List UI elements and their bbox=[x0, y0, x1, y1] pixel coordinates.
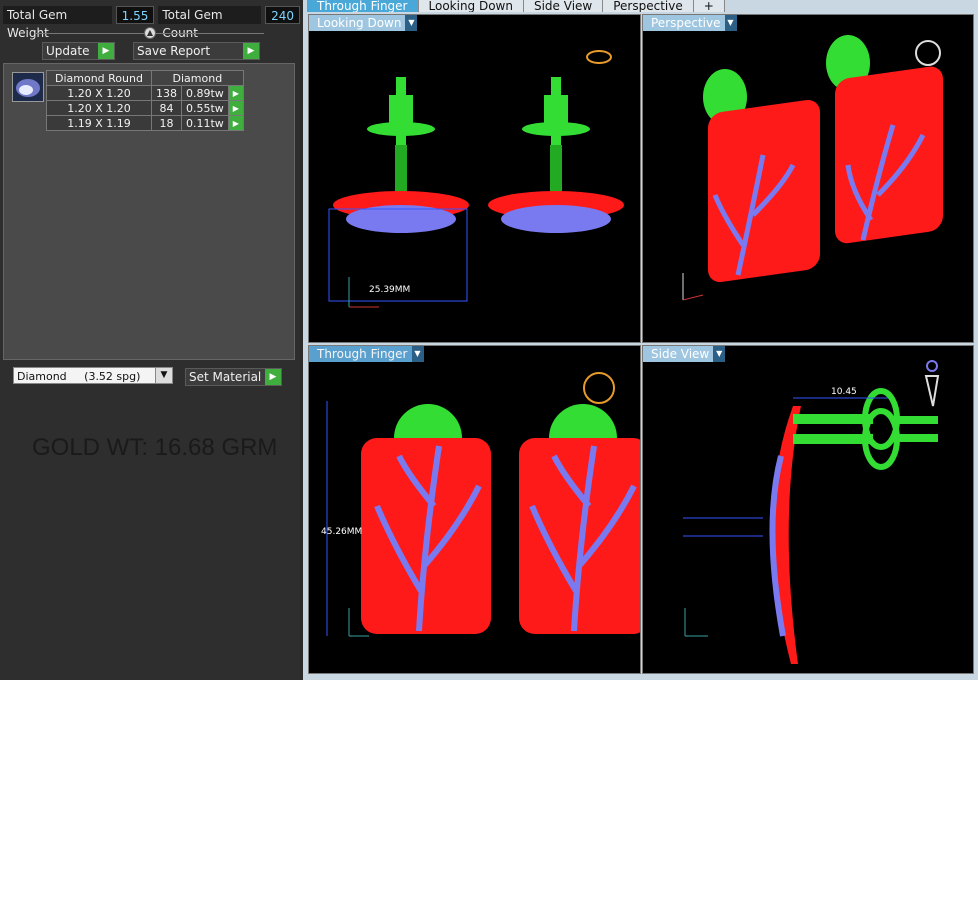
viewport-label-text: Perspective bbox=[651, 16, 721, 30]
update-button-label: Update bbox=[46, 44, 90, 58]
gold-weight-text: GOLD WT: 16.68 GRM bbox=[32, 434, 278, 461]
gem-weight: 0.89tw bbox=[180, 85, 229, 101]
viewport-through-finger[interactable]: 45.26MM Through Finger ▼ bbox=[308, 345, 641, 674]
gem-report-panel: Total Gem Weight 1.55 Total Gem Count 24… bbox=[0, 0, 300, 680]
gem-size: 1.19 X 1.19 bbox=[46, 115, 152, 131]
save-report-label: Save Report bbox=[137, 44, 211, 58]
viewport-label-perspective[interactable]: Perspective ▼ bbox=[643, 15, 737, 31]
total-gem-weight-label: Total Gem Weight bbox=[3, 6, 112, 40]
table-row[interactable]: 1.20 X 1.20 138 0.89tw ▶ bbox=[46, 85, 244, 101]
tab-perspective[interactable]: Perspective bbox=[603, 0, 694, 12]
set-material-label: Set Material bbox=[189, 370, 262, 384]
row-select-arrow-icon[interactable]: ▶ bbox=[227, 85, 244, 101]
set-material-button[interactable]: Set Material ▶ bbox=[185, 368, 282, 386]
gem-table-header-shape: Diamond Round bbox=[46, 70, 152, 86]
viewport-perspective[interactable]: Perspective ▼ bbox=[642, 14, 974, 343]
table-row[interactable]: 1.19 X 1.19 18 0.11tw ▶ bbox=[46, 115, 244, 131]
side-view-render: 10.45 bbox=[683, 360, 940, 664]
chevron-down-icon: ▼ bbox=[155, 368, 172, 383]
viewport-label-text: Looking Down bbox=[317, 16, 402, 30]
gem-size: 1.20 X 1.20 bbox=[46, 100, 152, 116]
gem-count: 18 bbox=[150, 115, 182, 131]
view-tabs: Through Finger Looking Down Side View Pe… bbox=[307, 0, 725, 12]
viewport-looking-down[interactable]: 25.39MM Looking Down ▼ bbox=[308, 14, 641, 343]
viewport-label-text: Through Finger bbox=[317, 347, 408, 361]
tab-through-finger[interactable]: Through Finger bbox=[307, 0, 419, 12]
update-button[interactable]: Update ▶ bbox=[42, 42, 115, 60]
viewport-label-text: Side View bbox=[651, 347, 710, 361]
gem-count: 84 bbox=[150, 100, 182, 116]
tab-side-view[interactable]: Side View bbox=[523, 0, 604, 12]
chevron-down-icon: ▼ bbox=[724, 15, 737, 31]
total-gem-weight-value: 1.55 bbox=[115, 6, 155, 24]
perspective-render bbox=[682, 35, 943, 301]
gem-weight: 0.11tw bbox=[180, 115, 229, 131]
add-tab-button[interactable]: + bbox=[693, 0, 725, 12]
play-arrow-icon: ▶ bbox=[243, 43, 259, 59]
through-finger-dimension: 45.26MM bbox=[321, 527, 362, 537]
viewport-label-through-finger[interactable]: Through Finger ▼ bbox=[309, 346, 424, 362]
chevron-down-icon: ▼ bbox=[405, 15, 418, 31]
diamond-thumbnail-icon bbox=[12, 72, 44, 102]
gem-table-header-type: Diamond bbox=[150, 70, 244, 86]
material-select[interactable]: Diamond (3.52 spg) ▼ bbox=[13, 367, 173, 384]
total-gem-count-value: 240 bbox=[265, 6, 300, 24]
application-window: Total Gem Weight 1.55 Total Gem Count 24… bbox=[0, 0, 978, 680]
row-select-arrow-icon[interactable]: ▶ bbox=[227, 100, 244, 116]
through-finger-render: 45.26MM bbox=[321, 372, 640, 637]
material-select-value: Diamond (3.52 spg) bbox=[17, 370, 141, 383]
gem-size: 1.20 X 1.20 bbox=[46, 85, 152, 101]
save-report-button[interactable]: Save Report ▶ bbox=[133, 42, 260, 60]
gem-stats-bar: Total Gem Weight 1.55 Total Gem Count 24… bbox=[3, 6, 300, 40]
gem-list-box: Diamond Round Diamond 1.20 X 1.20 138 0.… bbox=[3, 63, 295, 360]
tab-looking-down[interactable]: Looking Down bbox=[418, 0, 524, 12]
chevron-down-icon: ▼ bbox=[411, 346, 424, 362]
gem-table: Diamond Round Diamond 1.20 X 1.20 138 0.… bbox=[46, 70, 244, 131]
gem-count: 138 bbox=[150, 85, 182, 101]
looking-down-dimension: 25.39MM bbox=[369, 285, 410, 295]
side-view-dimension: 10.45 bbox=[831, 387, 857, 397]
play-arrow-icon: ▶ bbox=[98, 43, 114, 59]
looking-down-render: 25.39MM bbox=[328, 50, 624, 308]
viewport-label-side-view[interactable]: Side View ▼ bbox=[643, 346, 726, 362]
table-row[interactable]: 1.20 X 1.20 84 0.55tw ▶ bbox=[46, 100, 244, 116]
play-arrow-icon: ▶ bbox=[265, 369, 281, 385]
total-gem-count-label: Total Gem Count bbox=[158, 6, 262, 40]
row-select-arrow-icon[interactable]: ▶ bbox=[227, 115, 244, 131]
viewport-label-looking-down[interactable]: Looking Down ▼ bbox=[309, 15, 418, 31]
viewport-area: Through Finger Looking Down Side View Pe… bbox=[303, 0, 978, 680]
chevron-down-icon: ▼ bbox=[713, 346, 726, 362]
collapse-knob-icon[interactable]: ▲ bbox=[144, 27, 156, 39]
gem-weight: 0.55tw bbox=[180, 100, 229, 116]
viewport-side-view[interactable]: 10.45 Side View ▼ bbox=[642, 345, 974, 674]
